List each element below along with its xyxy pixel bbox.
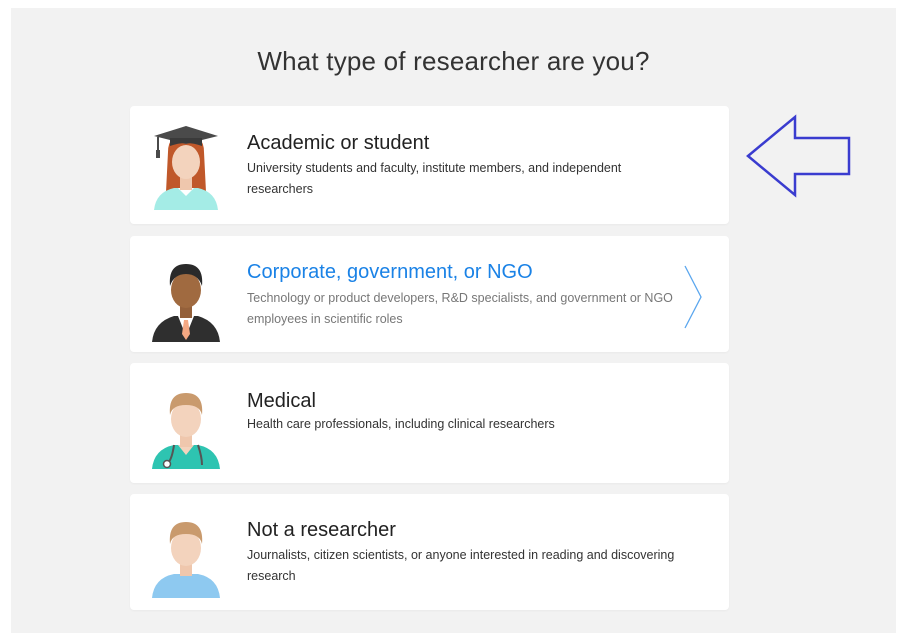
option-not-researcher-title: Not a researcher: [247, 519, 396, 541]
option-medical-card[interactable]: Medical Health care professionals, inclu…: [130, 363, 729, 483]
graduate-student-avatar-icon: [154, 126, 218, 210]
option-corporate-description: Technology or product developers, R&D sp…: [247, 291, 673, 326]
person-avatar-icon: [152, 522, 220, 598]
option-corporate-title: Corporate, government, or NGO: [247, 261, 533, 283]
business-person-avatar-icon: [152, 264, 220, 342]
option-medical-description: Health care professionals, including cli…: [247, 417, 555, 431]
annotation-arrow-left-icon: [746, 114, 851, 198]
option-academic-title: Academic or student: [247, 132, 430, 154]
option-corporate-card[interactable]: Corporate, government, or NGO Technology…: [130, 236, 729, 352]
page-title: What type of researcher are you?: [257, 46, 650, 76]
option-academic-description: University students and faculty, institu…: [247, 161, 622, 196]
researcher-type-panel: What type of researcher are you? Academi…: [11, 8, 896, 633]
option-medical-title: Medical: [247, 390, 316, 412]
doctor-avatar-icon: [152, 393, 220, 469]
option-not-researcher-card[interactable]: Not a researcher Journalists, citizen sc…: [130, 494, 729, 610]
option-academic-card[interactable]: Academic or student University students …: [130, 106, 729, 224]
option-not-researcher-description: Journalists, citizen scientists, or anyo…: [247, 548, 675, 583]
chevron-right-icon: [684, 265, 702, 329]
